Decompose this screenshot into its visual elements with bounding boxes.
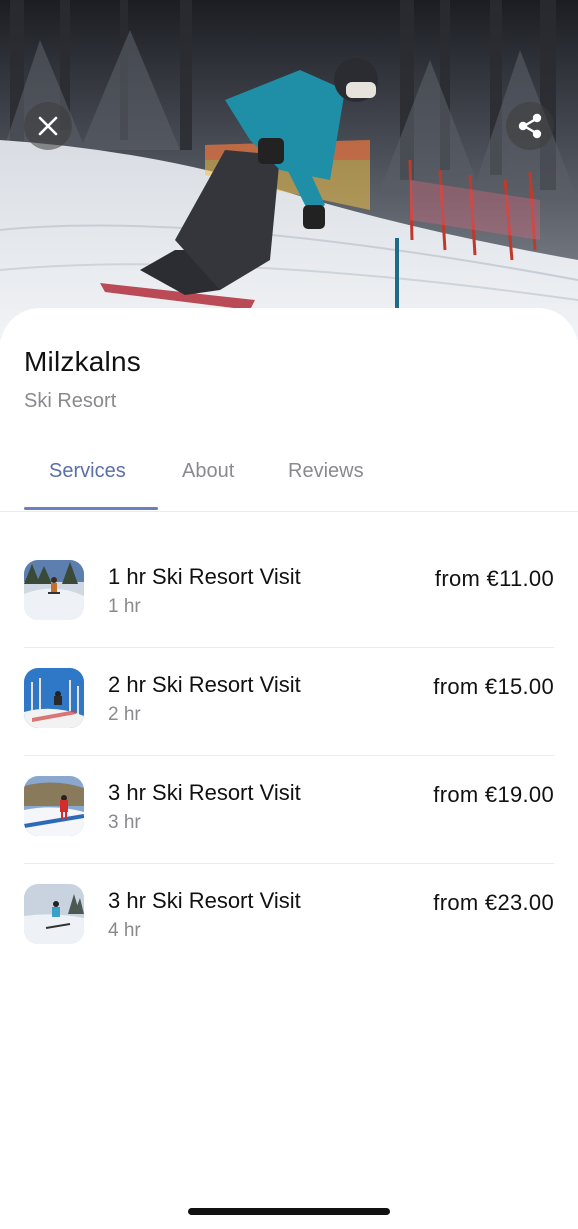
tab-about[interactable]: About: [182, 460, 234, 483]
service-duration: 2 hr: [108, 704, 141, 725]
service-duration: 4 hr: [108, 920, 141, 941]
service-title: 3 hr Ski Resort Visit: [108, 780, 301, 805]
home-indicator[interactable]: [188, 1208, 390, 1215]
business-name: Milzkalns: [24, 346, 141, 377]
details-sheet: Milzkalns Ski Resort Services About Revi…: [0, 308, 578, 1229]
share-icon: [518, 113, 542, 139]
service-row[interactable]: 3 hr Ski Resort Visit 3 hr from €19.00: [24, 756, 554, 864]
services-list: 1 hr Ski Resort Visit 1 hr from €11.00 2…: [24, 540, 554, 972]
service-thumbnail: [24, 668, 84, 728]
snowboarder-photo: [0, 0, 578, 340]
active-tab-indicator: [24, 507, 158, 510]
service-price: from €11.00: [434, 566, 554, 591]
tab-reviews[interactable]: Reviews: [288, 460, 364, 483]
service-price: from €23.00: [433, 890, 554, 915]
service-price: from €19.00: [433, 782, 554, 807]
service-thumbnail: [24, 884, 84, 944]
service-title: 1 hr Ski Resort Visit: [108, 564, 301, 589]
tab-services[interactable]: Services: [49, 460, 126, 483]
service-row[interactable]: 2 hr Ski Resort Visit 2 hr from €15.00: [24, 648, 554, 756]
business-category: Ski Resort: [24, 390, 117, 412]
share-button[interactable]: [506, 102, 554, 150]
service-row[interactable]: 3 hr Ski Resort Visit 4 hr from €23.00: [24, 864, 554, 972]
service-row[interactable]: 1 hr Ski Resort Visit 1 hr from €11.00: [24, 540, 554, 648]
service-title: 3 hr Ski Resort Visit: [108, 888, 301, 913]
tab-bar: Services About Reviews: [0, 448, 578, 512]
service-thumbnail: [24, 776, 84, 836]
close-icon: [38, 116, 58, 136]
service-duration: 1 hr: [108, 596, 141, 617]
hero-image: [0, 0, 578, 340]
service-title: 2 hr Ski Resort Visit: [108, 672, 301, 697]
service-duration: 3 hr: [108, 812, 141, 833]
service-thumbnail: [24, 560, 84, 620]
close-button[interactable]: [24, 102, 72, 150]
service-price: from €15.00: [433, 674, 554, 699]
